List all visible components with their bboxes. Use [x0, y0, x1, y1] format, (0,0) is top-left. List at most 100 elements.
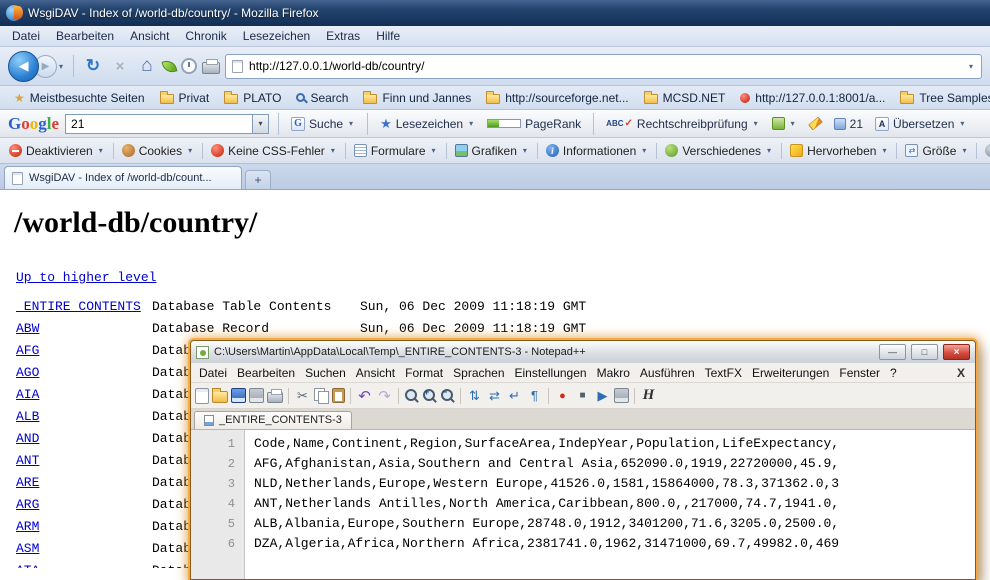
- npp-menu-suchen[interactable]: Suchen: [300, 364, 351, 382]
- url-bar[interactable]: http://127.0.0.1/world-db/country/ ▾: [225, 54, 982, 79]
- close-button[interactable]: ×: [943, 344, 970, 360]
- menu-extras[interactable]: Extras: [318, 27, 368, 45]
- google-search-dropdown[interactable]: ▾: [253, 114, 269, 134]
- npp-menu-sprachen[interactable]: Sprachen: [448, 364, 509, 382]
- save-macro-icon[interactable]: [614, 388, 629, 403]
- webdev-miscellaneous[interactable]: Verschiedenes▾: [660, 142, 778, 160]
- translate-button[interactable]: AÜbersetzen▾: [872, 115, 969, 133]
- entry-link[interactable]: ABW: [16, 321, 152, 336]
- webdev-images[interactable]: Grafiken▾: [450, 142, 534, 160]
- bookmark-sourceforge[interactable]: http://sourceforge.net...: [480, 89, 634, 107]
- save-icon[interactable]: [231, 388, 246, 403]
- bookmark-finn-und-jannes[interactable]: Finn und Jannes: [357, 89, 477, 107]
- npp-menu-textfx[interactable]: TextFX: [700, 364, 747, 382]
- menu-ansicht[interactable]: Ansicht: [122, 27, 177, 45]
- back-button[interactable]: ◀: [8, 51, 39, 82]
- sync-scroll-vertical-icon[interactable]: ⇅: [466, 387, 483, 404]
- new-tab-button[interactable]: +: [245, 170, 271, 189]
- save-all-icon[interactable]: [249, 388, 264, 403]
- url-text[interactable]: http://127.0.0.1/world-db/country/: [249, 59, 961, 73]
- home-button[interactable]: ⌂: [136, 54, 158, 78]
- up-link[interactable]: Up to higher level: [16, 270, 156, 285]
- npp-menu-makro[interactable]: Makro: [592, 364, 635, 382]
- npp-menu-close[interactable]: X: [950, 366, 972, 380]
- webdev-forms[interactable]: Formulare▾: [349, 142, 443, 160]
- menu-hilfe[interactable]: Hilfe: [368, 27, 408, 45]
- entry-link[interactable]: ATA: [16, 563, 152, 569]
- webdev-resize[interactable]: ⇄Größe▾: [900, 142, 973, 160]
- npp-menu-bearbeiten[interactable]: Bearbeiten: [232, 364, 300, 382]
- menu-datei[interactable]: Datei: [4, 27, 48, 45]
- npp-menu-help[interactable]: ?: [885, 364, 902, 382]
- npp-menu-datei[interactable]: Datei: [194, 364, 232, 382]
- copy-icon[interactable]: [314, 388, 329, 403]
- bookmark-tree-samples[interactable]: Tree Samples: [894, 89, 990, 107]
- show-all-characters-icon[interactable]: ¶: [526, 387, 543, 404]
- record-macro-icon[interactable]: ●: [554, 387, 571, 404]
- entry-link[interactable]: AFG: [16, 343, 152, 358]
- print-icon[interactable]: [267, 392, 283, 403]
- webdev-cookies[interactable]: Cookies▾: [117, 142, 199, 160]
- notepadpp-editor[interactable]: 1 2 3 4 5 6 Code,Name,Continent,Region,S…: [191, 430, 975, 579]
- play-macro-icon[interactable]: ▶: [594, 387, 611, 404]
- leaf-icon[interactable]: [162, 58, 178, 74]
- spellcheck-button[interactable]: ABC✓Rechtschreibprüfung▾: [603, 115, 762, 133]
- npp-menu-ausfuehren[interactable]: Ausführen: [635, 364, 700, 382]
- npp-menu-einstellungen[interactable]: Einstellungen: [510, 364, 592, 382]
- url-dropdown[interactable]: ▾: [967, 62, 975, 71]
- undo-icon[interactable]: ↶: [356, 387, 373, 404]
- npp-menu-erweiterungen[interactable]: Erweiterungen: [747, 364, 834, 382]
- code-text[interactable]: Code,Name,Continent,Region,SurfaceArea,I…: [245, 430, 975, 579]
- minimize-button[interactable]: —: [879, 344, 906, 360]
- bookmark-most-visited[interactable]: ★Meistbesuchte Seiten: [8, 89, 151, 107]
- bookmark-plato[interactable]: PLATO: [218, 89, 287, 107]
- entry-link[interactable]: ARG: [16, 497, 152, 512]
- pagerank-widget[interactable]: PageRank: [484, 115, 584, 133]
- npp-menu-format[interactable]: Format: [400, 364, 448, 382]
- menu-chronik[interactable]: Chronik: [177, 27, 234, 45]
- redo-icon[interactable]: ↷: [376, 387, 393, 404]
- webdev-information[interactable]: iInformationen▾: [541, 142, 653, 160]
- google-search-button[interactable]: GSuche▾: [288, 115, 358, 133]
- webdev-tools[interactable]: Extras▾: [980, 142, 990, 160]
- stop-button[interactable]: ×: [109, 54, 131, 78]
- find-icon[interactable]: [404, 388, 419, 403]
- entry-link[interactable]: ANT: [16, 453, 152, 468]
- stop-macro-icon[interactable]: ■: [574, 387, 591, 404]
- bookmark-privat[interactable]: Privat: [154, 89, 216, 107]
- cut-icon[interactable]: ✂: [294, 387, 311, 404]
- bookmark-mcsd[interactable]: MCSD.NET: [638, 89, 732, 107]
- autofill-button[interactable]: ▾: [769, 115, 800, 132]
- bookmark-search[interactable]: Search: [290, 89, 354, 107]
- webdev-outline[interactable]: Hervorheben▾: [785, 142, 893, 160]
- print-button[interactable]: [202, 62, 220, 74]
- bookmark-localhost-8001[interactable]: http://127.0.0.1:8001/a...: [734, 89, 891, 107]
- highlighter-button[interactable]: [806, 115, 825, 132]
- new-file-icon[interactable]: [195, 388, 209, 404]
- webdev-css-errors[interactable]: Keine CSS-Fehler▾: [206, 142, 342, 160]
- menu-bearbeiten[interactable]: Bearbeiten: [48, 27, 122, 45]
- history-dropdown[interactable]: ▾: [57, 62, 65, 71]
- word-wrap-icon[interactable]: ↵: [506, 387, 523, 404]
- npp-menu-ansicht[interactable]: Ansicht: [351, 364, 400, 382]
- clock-icon[interactable]: [181, 58, 197, 74]
- firefox-titlebar[interactable]: WsgiDAV - Index of /world-db/country/ - …: [0, 0, 990, 26]
- entry-link[interactable]: ARM: [16, 519, 152, 534]
- webdev-disable[interactable]: Deaktivieren▾: [4, 142, 110, 160]
- tab-wsgidav[interactable]: WsgiDAV - Index of /world-db/count...: [4, 166, 242, 189]
- google-search-input[interactable]: 21: [65, 114, 253, 134]
- zoom-out-icon[interactable]: −: [440, 388, 455, 403]
- entry-link[interactable]: AIA: [16, 387, 152, 402]
- entry-link[interactable]: _ENTIRE_CONTENTS: [16, 299, 152, 314]
- zoom-in-icon[interactable]: +: [422, 388, 437, 403]
- paste-icon[interactable]: [332, 388, 345, 403]
- open-file-icon[interactable]: [212, 391, 228, 403]
- popup-blocker-counter[interactable]: 21: [831, 115, 866, 133]
- reload-button[interactable]: ↻: [82, 54, 104, 78]
- npp-menu-fenster[interactable]: Fenster: [834, 364, 885, 382]
- maximize-button[interactable]: □: [911, 344, 938, 360]
- entry-link[interactable]: ARE: [16, 475, 152, 490]
- entry-link[interactable]: ALB: [16, 409, 152, 424]
- entry-link[interactable]: AGO: [16, 365, 152, 380]
- sync-scroll-horizontal-icon[interactable]: ⇄: [486, 387, 503, 404]
